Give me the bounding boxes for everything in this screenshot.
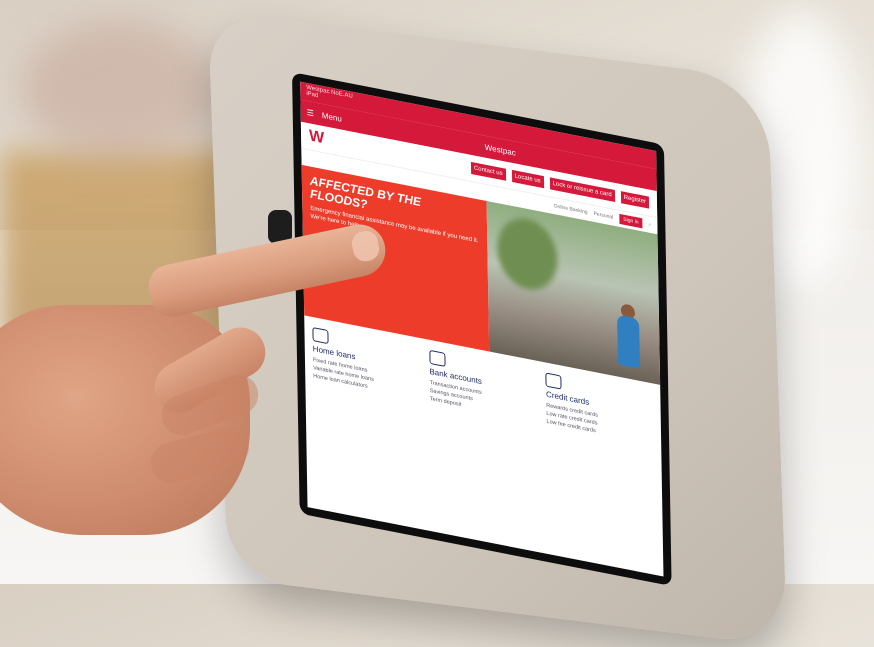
register-link[interactable]: Register xyxy=(620,191,650,209)
fingernail xyxy=(349,228,382,264)
photo-tree xyxy=(496,212,559,295)
piggy-bank-icon xyxy=(429,349,446,367)
online-banking-link[interactable]: Online Banking xyxy=(554,203,588,216)
product-bank-accounts[interactable]: Bank accounts Transaction accounts Savin… xyxy=(429,349,537,425)
tablet-screen: Westpac NoE.AU iPad ☰ Menu Westpac W Con… xyxy=(292,72,672,587)
photo-child xyxy=(617,314,640,369)
background-blur-left xyxy=(20,20,220,160)
contact-link[interactable]: Contact us xyxy=(470,161,506,181)
sign-in-button[interactable]: Sign in xyxy=(619,213,643,229)
webpage: Westpac NoE.AU iPad ☰ Menu Westpac W Con… xyxy=(300,81,664,577)
pointing-hand xyxy=(0,219,391,535)
search-icon[interactable]: ⌕ xyxy=(649,222,652,229)
menu-icon[interactable]: ☰ xyxy=(307,107,314,117)
credit-card-icon xyxy=(545,372,562,390)
product-credit-cards[interactable]: Credit cards Rewards credit cards Low ra… xyxy=(545,372,654,448)
locate-link[interactable]: Locate us xyxy=(511,169,544,189)
house-icon xyxy=(312,327,329,345)
product-home-loans[interactable]: Home loans Fixed rate home loans Variabl… xyxy=(312,327,420,402)
menu-label[interactable]: Menu xyxy=(322,110,342,123)
westpac-logo[interactable]: W xyxy=(309,127,322,148)
personal-link[interactable]: Personal xyxy=(594,211,614,221)
